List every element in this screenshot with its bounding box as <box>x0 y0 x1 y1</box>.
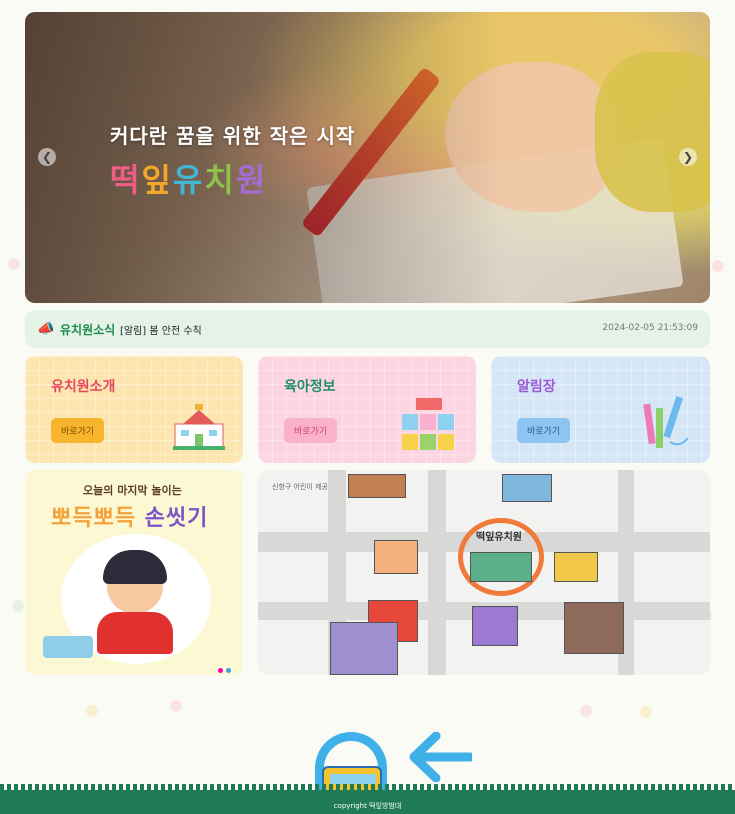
card-kindergarten-intro[interactable]: 유치원소개 바로가기 <box>25 356 243 463</box>
hero-slider: 커다란 꿈을 위한 작은 시작 떡잎유치원 ❮ ❯ <box>25 12 710 303</box>
map-house <box>348 474 406 498</box>
chevron-right-icon[interactable]: ❯ <box>679 148 697 166</box>
promo-line2: 뽀득뽀득 손씻기 <box>51 506 209 531</box>
location-map: 신항구 어린이 제공 떡잎유치원 <box>258 470 710 675</box>
map-house <box>472 606 518 646</box>
kindergarten-building <box>470 552 532 582</box>
card-title: 유치원소개 <box>51 379 116 395</box>
table-illustration <box>43 636 93 658</box>
copyright-text: copyright 떡잎방범대 <box>333 802 402 810</box>
slider-dots[interactable] <box>215 658 231 675</box>
go-button[interactable]: 바로가기 <box>51 418 105 443</box>
news-headline[interactable]: [알림] 봄 안전 수칙 <box>120 322 202 337</box>
map-building <box>330 622 398 675</box>
megaphone-icon: 📣 <box>37 321 55 337</box>
card-title: 육아정보 <box>284 379 336 395</box>
map-house <box>374 540 418 574</box>
chevron-left-icon[interactable]: ❮ <box>38 148 56 166</box>
news-label: 유치원소식 <box>60 323 116 337</box>
crayons-icon <box>643 396 689 448</box>
go-button[interactable]: 바로가기 <box>284 418 338 443</box>
map-target-label: 떡잎유치원 <box>476 532 522 543</box>
go-button[interactable]: 바로가기 <box>517 418 571 443</box>
school-icon <box>173 404 225 450</box>
map-caption: 신항구 어린이 제공 <box>272 483 328 491</box>
hero-subtitle: 커다란 꿈을 위한 작은 시작 <box>110 124 356 148</box>
map-house <box>554 552 598 582</box>
promo-banner-handwashing[interactable]: 오늘의 마지막 놀이는 뽀득뽀득 손씻기 <box>25 470 243 675</box>
map-house <box>564 602 624 654</box>
hero-title: 떡잎유치원 <box>110 161 268 199</box>
promo-line1: 오늘의 마지막 놀이는 <box>83 484 182 497</box>
arrow-left-icon <box>409 732 472 782</box>
card-title: 알림장 <box>517 379 556 395</box>
card-notice-board[interactable]: 알림장 바로가기 <box>491 356 710 463</box>
card-parenting-info[interactable]: 육아정보 바로가기 <box>258 356 476 463</box>
news-date: 2024-02-05 21:53:09 <box>602 323 698 333</box>
map-house <box>502 474 552 502</box>
news-ticker: 📣 유치원소식 [알림] 봄 안전 수칙 2024-02-05 21:53:09 <box>25 310 710 348</box>
blocks-icon <box>402 398 454 450</box>
